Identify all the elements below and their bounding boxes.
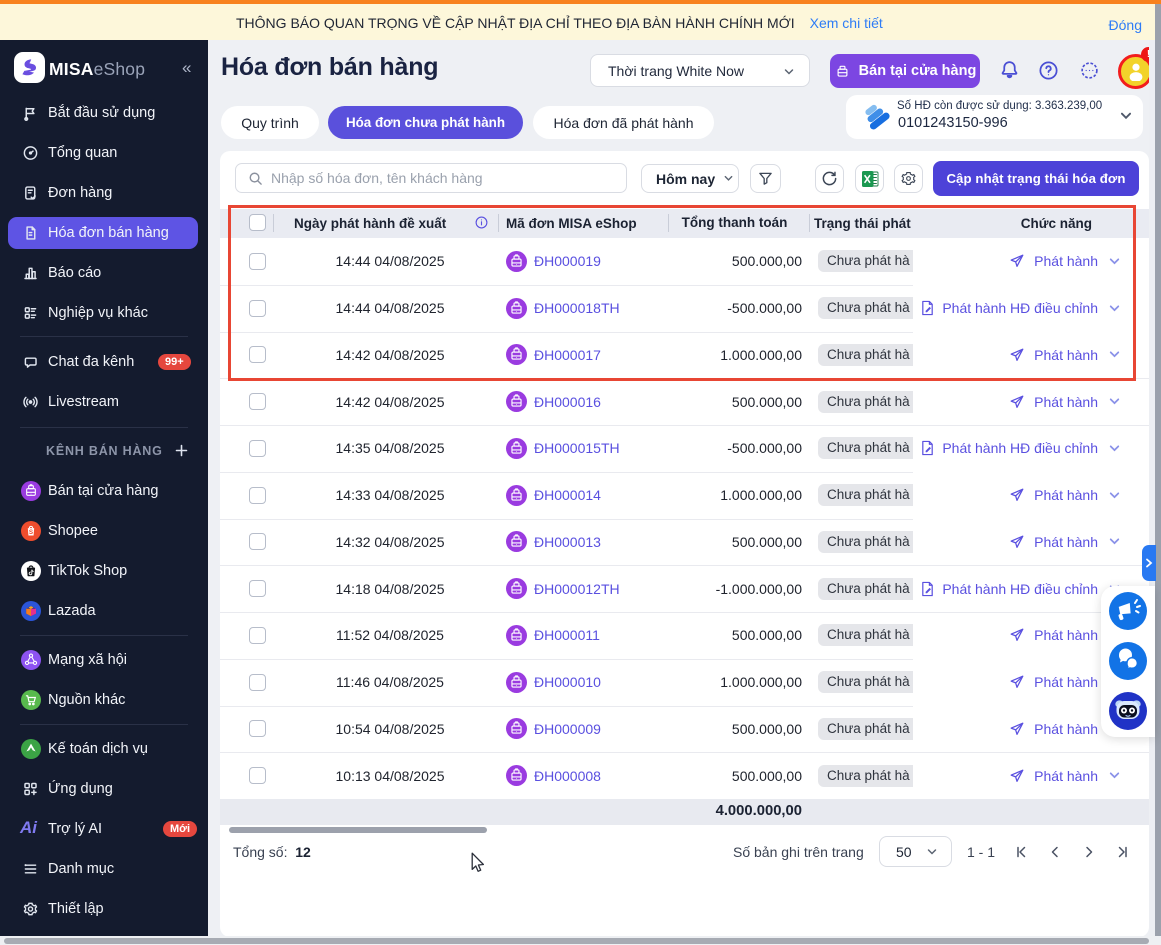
svg-text:S: S: [29, 529, 33, 536]
